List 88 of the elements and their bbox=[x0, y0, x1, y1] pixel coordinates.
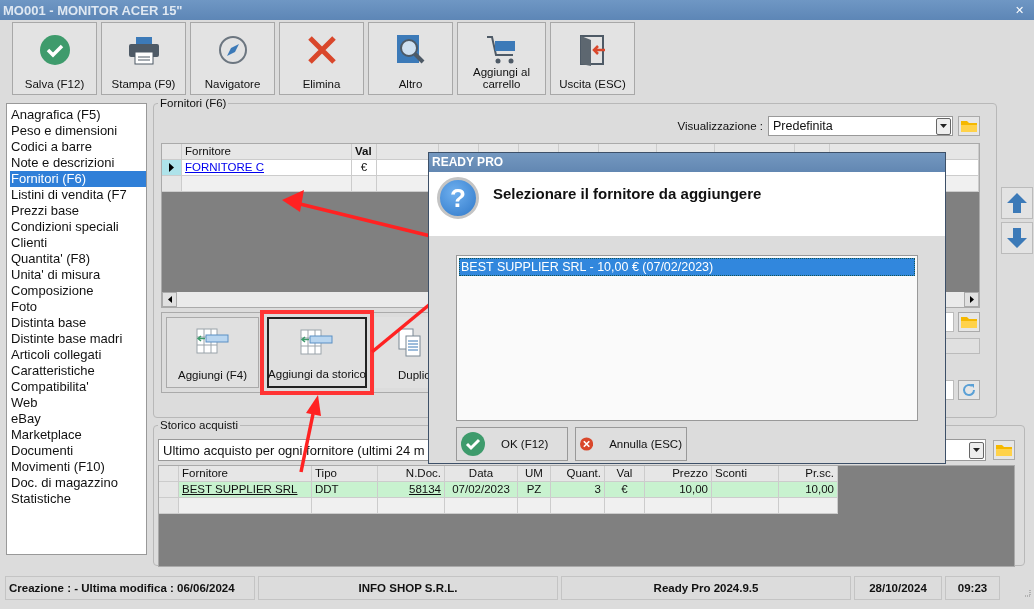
dialog-message: Selezionare il fornitore da aggiungere bbox=[493, 185, 762, 202]
section-list-item[interactable]: Prezzi base bbox=[10, 203, 146, 219]
dialog-title: READY PRO bbox=[429, 153, 945, 172]
checkmark-icon bbox=[39, 35, 70, 65]
question-icon: ? bbox=[437, 177, 479, 219]
section-list-item[interactable]: Note e descrizioni bbox=[10, 155, 146, 171]
table-link[interactable]: BEST SUPPLIER SRL bbox=[182, 483, 298, 495]
section-list-item[interactable]: Clienti bbox=[10, 235, 146, 251]
section-list-item[interactable]: Condizioni speciali bbox=[10, 219, 146, 235]
section-list-item[interactable]: Foto bbox=[10, 299, 146, 315]
exit-door-icon bbox=[578, 34, 607, 66]
refresh-button[interactable] bbox=[958, 380, 980, 400]
section-list-item[interactable]: Web bbox=[10, 395, 146, 411]
table-cell bbox=[605, 498, 645, 514]
toolbar-button[interactable]: Stampa (F9) bbox=[101, 22, 186, 95]
group-title: Fornitori (F6) bbox=[158, 97, 229, 109]
section-list-item[interactable]: Distinte base madri bbox=[10, 331, 146, 347]
folder-icon bbox=[961, 316, 977, 328]
table-add-icon bbox=[195, 328, 230, 354]
status-text: INFO SHOP S.R.L. bbox=[358, 582, 458, 594]
cross-icon bbox=[306, 35, 337, 65]
arrow-up-icon bbox=[1006, 192, 1028, 214]
dropdown-arrow-icon bbox=[940, 124, 947, 128]
compass-icon bbox=[217, 35, 248, 65]
table-cell bbox=[645, 498, 712, 514]
current-row-icon bbox=[169, 163, 174, 172]
supplier-link[interactable]: FORNITORE C bbox=[185, 161, 264, 173]
section-list-item[interactable]: Doc. di magazzino bbox=[10, 475, 146, 491]
section-list-item[interactable]: Listini di vendita (F7 bbox=[10, 187, 146, 203]
table-cell bbox=[712, 498, 779, 514]
status-text: Creazione : - Ultima modifica : 06/06/2024 bbox=[9, 582, 235, 594]
status-text: 28/10/2024 bbox=[869, 582, 927, 594]
table-cell bbox=[518, 498, 551, 514]
view-label: Visualizzazione : bbox=[677, 120, 763, 132]
cart-icon bbox=[485, 34, 518, 66]
section-list-item[interactable]: Quantita' (F8) bbox=[10, 251, 146, 267]
toolbar-button[interactable]: Uscita (ESC) bbox=[550, 22, 635, 95]
section-list-item[interactable]: Distinta base bbox=[10, 315, 146, 331]
move-up-button[interactable] bbox=[1001, 187, 1033, 219]
supplier-option[interactable]: BEST SUPPLIER SRL - 10,00 € (07/02/2023) bbox=[459, 258, 915, 276]
toolbar-button[interactable]: Elimina bbox=[279, 22, 364, 95]
section-list-item[interactable]: Unita' di misura bbox=[10, 267, 146, 283]
view-dropdown[interactable]: Predefinita bbox=[768, 116, 953, 136]
folder-icon bbox=[996, 444, 1012, 456]
table-link[interactable]: 58134 bbox=[409, 483, 441, 495]
table-cell bbox=[312, 498, 378, 514]
status-text: 09:23 bbox=[957, 582, 988, 594]
action-button[interactable]: Aggiungi (F4) bbox=[166, 317, 259, 388]
move-down-button[interactable] bbox=[1001, 222, 1033, 254]
folder-button[interactable] bbox=[958, 312, 980, 332]
documents-icon bbox=[398, 328, 422, 358]
section-list-item[interactable]: eBay bbox=[10, 411, 146, 427]
section-list-item[interactable]: Anagrafica (F5) bbox=[10, 107, 146, 123]
arrow-down-icon bbox=[1006, 227, 1028, 249]
scroll-right-icon bbox=[969, 296, 974, 303]
section-list-item[interactable]: Documenti bbox=[10, 443, 146, 459]
section-list-item[interactable]: Fornitori (F6) bbox=[10, 171, 146, 187]
printer-icon bbox=[127, 35, 160, 65]
dropdown-arrow-icon bbox=[973, 448, 980, 452]
section-list-item[interactable]: Compatibilita' bbox=[10, 379, 146, 395]
folder-icon bbox=[961, 120, 977, 132]
group-title: Storico acquisti bbox=[158, 419, 240, 431]
section-list-item[interactable]: Peso e dimensioni bbox=[10, 123, 146, 139]
section-list-item[interactable]: Caratteristiche bbox=[10, 363, 146, 379]
status-text: Ready Pro 2024.9.5 bbox=[653, 582, 759, 594]
section-list-item[interactable]: Movimenti (F10) bbox=[10, 459, 146, 475]
section-list-item[interactable]: Statistiche bbox=[10, 491, 146, 507]
folder-button[interactable] bbox=[958, 116, 980, 136]
search-icon bbox=[395, 34, 426, 66]
section-list-item[interactable]: Articoli collegati bbox=[10, 347, 146, 363]
toolbar-button[interactable]: Aggiungi al carrello bbox=[457, 22, 546, 95]
table-add-icon bbox=[300, 329, 334, 355]
toolbar-button[interactable]: Altro bbox=[368, 22, 453, 95]
cancel-button[interactable]: Annulla (ESC) bbox=[575, 427, 687, 461]
section-list-item[interactable]: Codici a barre bbox=[10, 139, 146, 155]
table-cell bbox=[779, 498, 838, 514]
checkmark-icon bbox=[461, 432, 485, 456]
section-list-item[interactable]: Marketplace bbox=[10, 427, 146, 443]
scroll-left-icon bbox=[167, 296, 172, 303]
section-list-item[interactable]: Composizione bbox=[10, 283, 146, 299]
toolbar-button[interactable]: Salva (F12) bbox=[12, 22, 97, 95]
window-title: MO001 - MONITOR ACER 15" bbox=[3, 2, 183, 18]
toolbar-button[interactable]: Navigatore bbox=[190, 22, 275, 95]
refresh-icon bbox=[962, 383, 976, 397]
ok-button[interactable]: OK (F12) bbox=[456, 427, 568, 461]
resize-grip-icon bbox=[1023, 589, 1031, 597]
folder-button[interactable] bbox=[993, 440, 1015, 460]
table-cell bbox=[551, 498, 605, 514]
